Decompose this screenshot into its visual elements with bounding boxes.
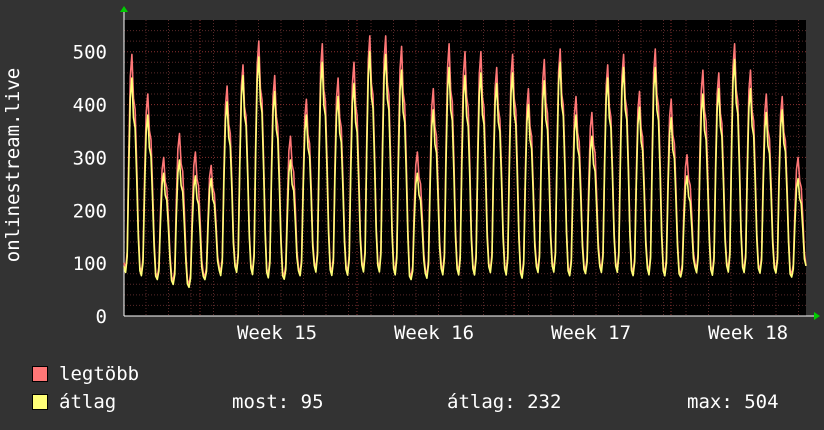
y-axis-title: onlinestream.live (2, 68, 24, 262)
legend-label-max: legtöbb (59, 363, 140, 385)
y-tick-label: 0 (96, 306, 107, 328)
x-tick-label: Week 18 (708, 322, 788, 344)
y-tick-label: 500 (73, 42, 107, 64)
x-tick-label: Week 15 (237, 322, 317, 344)
y-tick-label: 200 (73, 200, 107, 222)
legend-label-avg: átlag (59, 391, 117, 413)
x-tick-label: Week 17 (551, 322, 631, 344)
y-axis-arrow (120, 6, 128, 12)
stat-max: max: 504 (687, 391, 779, 413)
x-axis-arrow (814, 312, 820, 320)
chart-root: 0 100 200 300 400 500 Week 15 Week 16 Week 17 Wee… (0, 0, 824, 430)
stat-now: most: 95 (232, 391, 324, 413)
legend-row-avg: átlag most: 95 átlag: 232 max: 504 (32, 392, 802, 412)
y-tick-label: 100 (73, 253, 107, 275)
legend-swatch-avg (32, 394, 48, 410)
y-tick-label: 400 (73, 95, 107, 117)
legend-swatch-max (32, 366, 48, 382)
y-tick-label: 300 (73, 147, 107, 169)
x-tick-label: Week 16 (394, 322, 474, 344)
stat-avg: átlag: 232 (447, 391, 562, 413)
